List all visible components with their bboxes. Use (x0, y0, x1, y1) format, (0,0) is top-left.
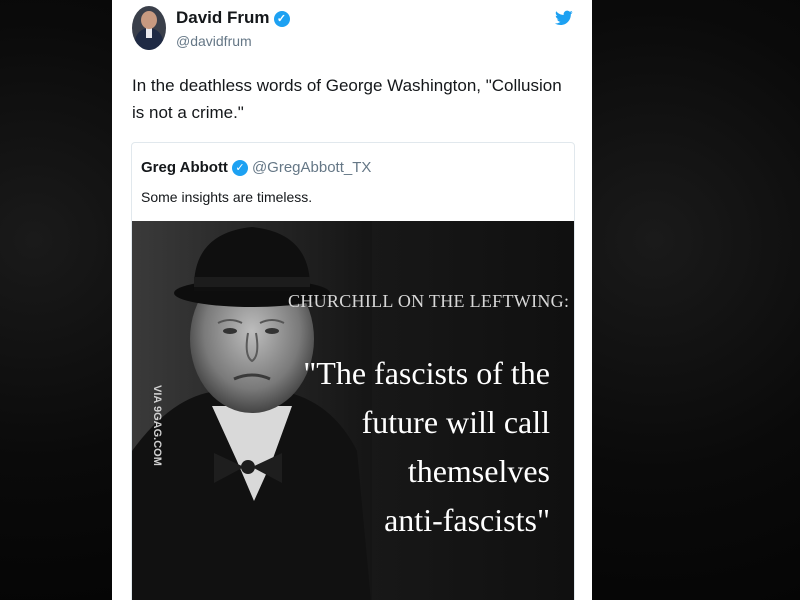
quoted-tweet-header: Greg Abbott ✓ @GregAbbott_TX (141, 159, 371, 177)
quoted-tweet-image[interactable]: VIA 9GAG.COM CHURCHILL ON THE LEFTWING: … (132, 221, 574, 600)
dark-background-right (592, 0, 800, 600)
twitter-bird-icon[interactable] (555, 10, 573, 26)
author-name-row[interactable]: David Frum ✓ (176, 8, 290, 28)
author-avatar[interactable] (132, 6, 166, 50)
watermark-9gag: VIA 9GAG.COM (151, 385, 163, 466)
quoted-tweet-text: Some insights are timeless. (141, 189, 313, 205)
author-handle[interactable]: @davidfrum (176, 33, 252, 49)
verified-badge-icon: ✓ (273, 10, 290, 27)
quoted-author-name[interactable]: Greg Abbott (141, 159, 228, 176)
verified-badge-icon: ✓ (231, 160, 248, 177)
dark-background-left (0, 0, 112, 600)
image-quote-line-4: anti-fascists" (384, 502, 550, 538)
image-quote-line-1: "The fascists of the (303, 355, 550, 391)
image-heading: CHURCHILL ON THE LEFTWING: (288, 291, 570, 311)
churchill-portrait-image (132, 221, 372, 600)
image-quote-line-3: themselves (407, 453, 550, 489)
image-quote-line-2: future will call (361, 404, 550, 440)
svg-text:VIA 9GAG.COM: VIA 9GAG.COM (151, 385, 163, 466)
author-name[interactable]: David Frum (176, 8, 270, 27)
tweet-text: In the deathless words of George Washing… (132, 76, 562, 122)
quoted-tweet[interactable]: Greg Abbott ✓ @GregAbbott_TX Some insights… (131, 142, 575, 600)
quoted-author-handle[interactable]: @GregAbbott_TX (252, 159, 371, 176)
tweet-card: David Frum ✓ @davidfrum In the deathless … (112, 0, 592, 600)
